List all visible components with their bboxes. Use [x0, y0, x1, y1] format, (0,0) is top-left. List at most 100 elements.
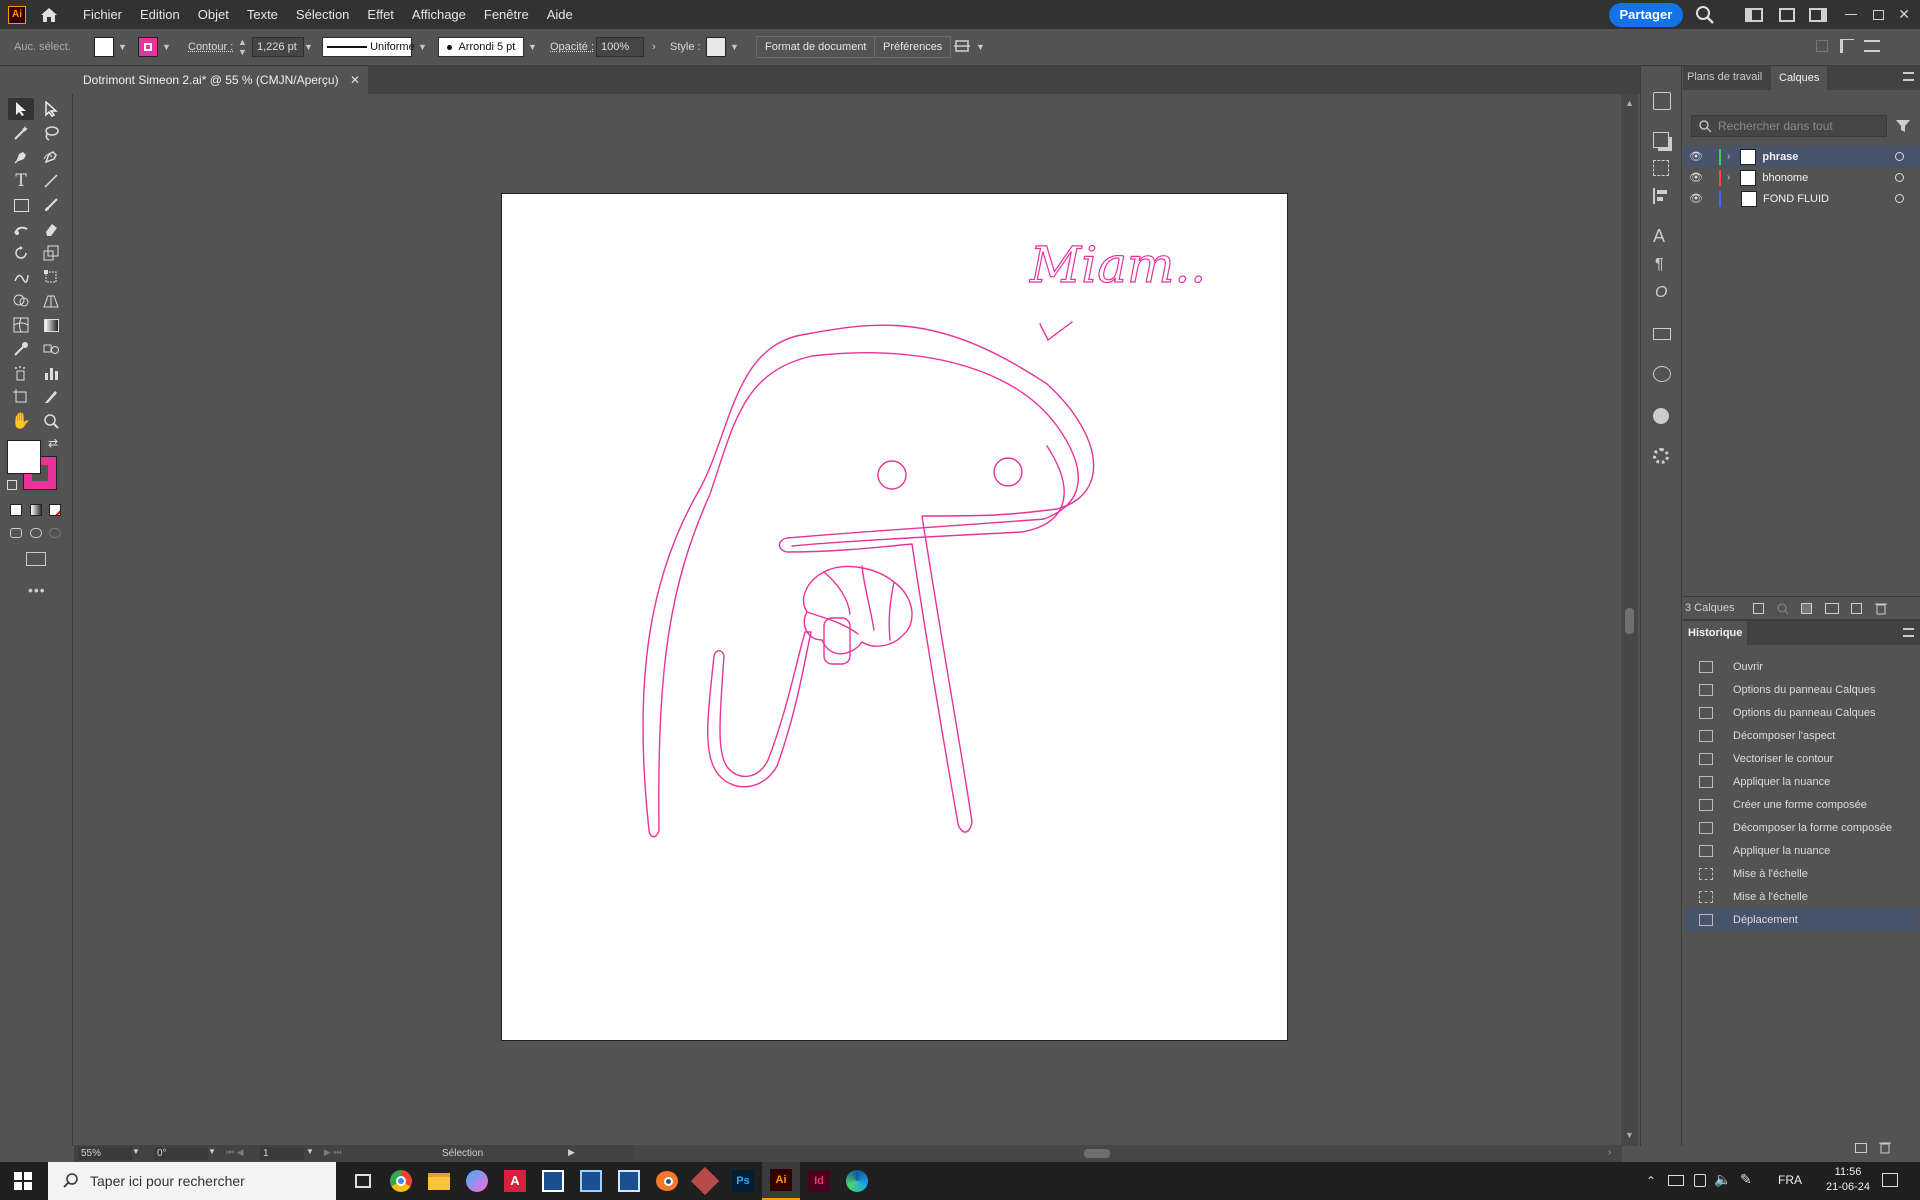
curvature-tool-icon[interactable]: [38, 146, 64, 168]
export-icon[interactable]: [1753, 603, 1764, 614]
opacity-input[interactable]: 100%: [596, 37, 644, 57]
close-window-icon[interactable]: ✕: [1898, 6, 1910, 23]
perspective-grid-tool-icon[interactable]: [38, 290, 64, 312]
app-logo-icon[interactable]: Ai: [8, 5, 26, 24]
rotation-field[interactable]: 0°: [154, 1147, 208, 1160]
stroke-weight-dropdown-icon[interactable]: ▼: [304, 42, 313, 52]
scale-tool-icon[interactable]: [38, 242, 64, 264]
document-tab[interactable]: Dotrimont Simeon 2.ai* @ 55 % (CMJN/Aper…: [73, 66, 368, 94]
windows-start-icon[interactable]: [14, 1172, 32, 1190]
scroll-up-icon[interactable]: ▲: [1625, 98, 1634, 108]
panel-layout-icon[interactable]: [1779, 7, 1796, 22]
3d-app-icon[interactable]: [686, 1162, 724, 1200]
sketchup-icon-2[interactable]: [572, 1162, 610, 1200]
layer-name[interactable]: bhonome: [1762, 172, 1808, 184]
scroll-down-icon[interactable]: ▼: [1625, 1130, 1634, 1140]
sketchup-icon-1[interactable]: [534, 1162, 572, 1200]
column-graph-tool-icon[interactable]: [38, 362, 64, 384]
blender-icon[interactable]: [648, 1162, 686, 1200]
free-transform-tool-icon[interactable]: [38, 266, 64, 288]
style-swatch[interactable]: [706, 37, 726, 57]
photoshop-icon[interactable]: Ps: [724, 1162, 762, 1200]
hand-tool-icon[interactable]: ✋: [8, 410, 34, 432]
history-item[interactable]: Mise à l'échelle: [1685, 862, 1918, 885]
opacity-expand-icon[interactable]: ›: [652, 41, 656, 53]
character-panel-icon[interactable]: A: [1653, 226, 1665, 247]
edge-icon[interactable]: [838, 1162, 876, 1200]
slice-tool-icon[interactable]: [38, 386, 64, 408]
artboard-tool-icon[interactable]: [8, 386, 34, 408]
properties-panel-icon[interactable]: [1653, 92, 1671, 110]
vertical-scrollbar[interactable]: ▲ ▼: [1621, 94, 1638, 1146]
locate-object-icon[interactable]: [1777, 603, 1789, 615]
document-format-button[interactable]: Format de document: [756, 36, 876, 58]
illustrator-icon[interactable]: Ai: [762, 1162, 800, 1200]
tab-layers[interactable]: Calques: [1771, 66, 1828, 90]
gradient-tool-icon[interactable]: [38, 314, 64, 336]
artwork-illustration[interactable]: Miam..: [502, 194, 1287, 1040]
appearance-panel-icon[interactable]: [1653, 408, 1669, 424]
shaper-tool-icon[interactable]: [8, 218, 34, 240]
selection-tool-icon[interactable]: [8, 98, 34, 120]
taskbar-search-input[interactable]: Taper ici pour rechercher: [48, 1162, 336, 1200]
swap-colors-icon[interactable]: ⇄: [48, 436, 58, 450]
default-colors-icon[interactable]: [7, 480, 17, 490]
style-dropdown-icon[interactable]: ▼: [730, 42, 739, 52]
more-tools-icon[interactable]: •••: [28, 582, 46, 598]
language-indicator[interactable]: FRA: [1778, 1173, 1802, 1187]
rectangle-tool-icon[interactable]: [8, 194, 34, 216]
menu-texte[interactable]: Texte: [238, 0, 287, 29]
new-snapshot-icon[interactable]: [1855, 1143, 1867, 1153]
draw-inside-icon[interactable]: [49, 528, 61, 538]
color-mode-icon[interactable]: [10, 504, 22, 516]
menu-fenetre[interactable]: Fenêtre: [475, 0, 538, 29]
target-circle-icon[interactable]: [1895, 152, 1904, 161]
status-menu-icon[interactable]: ▶: [568, 1147, 575, 1158]
opentype-panel-icon[interactable]: O: [1655, 284, 1667, 302]
restore-icon[interactable]: [1873, 9, 1885, 20]
network-icon[interactable]: [1668, 1175, 1684, 1186]
transform-icon[interactable]: [1840, 39, 1854, 53]
delete-state-icon[interactable]: [1879, 1141, 1891, 1154]
history-item[interactable]: Décomposer la forme composée: [1685, 816, 1918, 839]
pen-tool-icon[interactable]: [8, 146, 34, 168]
menu-selection[interactable]: Sélection: [287, 0, 358, 29]
rotate-tool-icon[interactable]: [8, 242, 34, 264]
chrome-icon[interactable]: [382, 1162, 420, 1200]
delete-layer-icon[interactable]: [1875, 602, 1887, 615]
quick-actions-dropdown-icon[interactable]: ▼: [976, 42, 985, 52]
volume-icon[interactable]: 🔈: [1714, 1171, 1731, 1188]
preferences-button[interactable]: Préférences: [874, 36, 952, 58]
opacity-label[interactable]: Opacité :: [550, 37, 594, 57]
graphic-styles-panel-icon[interactable]: [1653, 448, 1669, 464]
history-menu-icon[interactable]: [1903, 628, 1914, 637]
notifications-icon[interactable]: [1882, 1173, 1898, 1187]
expand-chevron-icon[interactable]: ›: [1727, 172, 1730, 183]
line-segment-tool-icon[interactable]: [38, 170, 64, 192]
brush-select[interactable]: Arrondi 5 pt: [438, 37, 524, 57]
artboard-number-field[interactable]: 1: [260, 1147, 304, 1160]
first-artboard-icon[interactable]: ⏮ ◀: [226, 1147, 244, 1158]
sketchup-icon-3[interactable]: [610, 1162, 648, 1200]
symbol-sprayer-tool-icon[interactable]: [8, 362, 34, 384]
autocad-icon[interactable]: A: [496, 1162, 534, 1200]
direct-selection-tool-icon[interactable]: [38, 98, 64, 120]
type-tool-icon[interactable]: T: [8, 170, 34, 192]
layer-name[interactable]: phrase: [1762, 151, 1798, 163]
history-item[interactable]: Créer une forme composée: [1685, 793, 1918, 816]
pen-workspace-icon[interactable]: ✎: [1740, 1171, 1752, 1188]
shape-builder-tool-icon[interactable]: [8, 290, 34, 312]
screen-mode-icon[interactable]: [26, 552, 46, 566]
zoom-dropdown-icon[interactable]: ▼: [132, 1147, 140, 1156]
workspace-icon[interactable]: [1745, 7, 1764, 22]
search-icon[interactable]: [1695, 5, 1715, 25]
menu-affichage[interactable]: Affichage: [403, 0, 475, 29]
horizontal-scroll-thumb[interactable]: [1084, 1149, 1110, 1158]
clock[interactable]: 11:56 21-06-24: [1818, 1165, 1878, 1195]
task-view-icon[interactable]: [344, 1162, 382, 1200]
stroke-dropdown-icon[interactable]: ▼: [162, 42, 171, 52]
new-sublayer-icon[interactable]: [1825, 603, 1839, 614]
home-icon[interactable]: [38, 4, 60, 26]
make-clipping-mask-icon[interactable]: [1801, 603, 1812, 614]
history-item[interactable]: Options du panneau Calques: [1685, 701, 1918, 724]
